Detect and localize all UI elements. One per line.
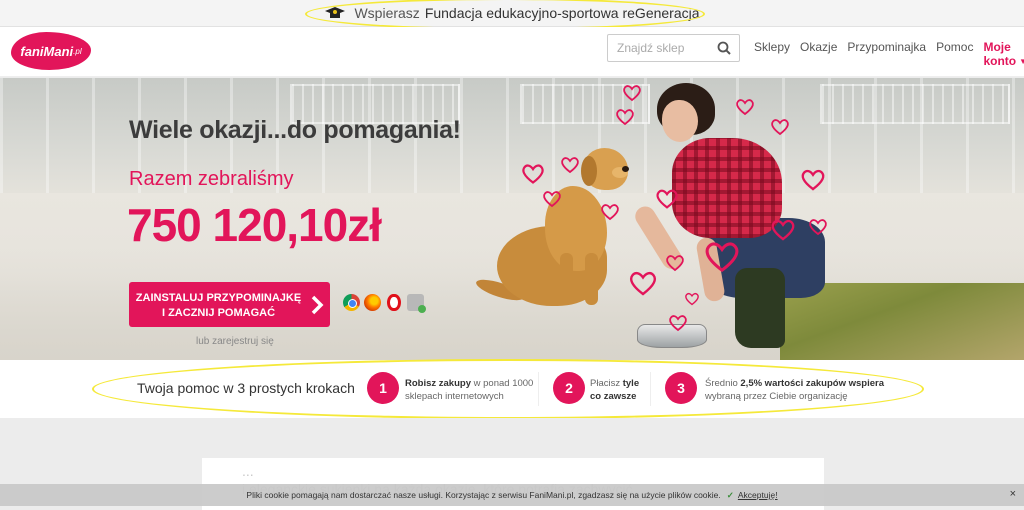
woman-boot — [735, 268, 785, 348]
hero-banner: Wiele okazji...do pomagania! Razem zebra… — [0, 78, 1024, 360]
supported-organization-link[interactable]: Fundacja edukacyjno-sportowa reGeneracja — [425, 5, 700, 21]
install-reminder-button[interactable]: ZAINSTALUJ PRZYPOMINAJKĘ I ZACZNIJ POMAG… — [129, 282, 330, 327]
raised-label: Razem zebraliśmy — [129, 168, 294, 190]
heart-icon — [623, 85, 641, 102]
search-input[interactable] — [608, 35, 708, 61]
heart-icon — [656, 189, 678, 209]
step-text-3: Średnio 2,5% wartości zakupów wspiera wy… — [705, 377, 884, 404]
support-prefix: Wspierasz — [354, 5, 420, 21]
step-number-3: 3 — [665, 372, 697, 404]
hero-title: Wiele okazji...do pomagania! — [129, 116, 461, 144]
nav-shops[interactable]: Sklepy — [754, 40, 790, 68]
logo-text: faniMani — [20, 43, 74, 59]
nav-deals[interactable]: Okazje — [800, 40, 837, 68]
header: faniMani.pl Sklepy Okazje Przypominajka … — [0, 27, 1024, 77]
heart-icon — [809, 219, 827, 236]
dog-leg — [560, 253, 573, 305]
main-nav: Sklepy Okazje Przypominajka Pomoc Moje k… — [754, 40, 1024, 68]
step-number-1: 1 — [367, 372, 399, 404]
step-divider — [650, 372, 651, 406]
step-3-bold: 2,5% wartości zakupów wspiera — [740, 378, 884, 389]
firefox-icon[interactable] — [364, 294, 381, 311]
fanimani-logo[interactable]: faniMani .pl — [11, 32, 91, 70]
step-3-pre: Średnio — [705, 378, 741, 389]
article-line-1: ... — [242, 463, 254, 479]
steps-title: Twoja pomoc w 3 prostych krokach — [137, 380, 355, 396]
heart-icon — [736, 99, 754, 116]
install-button-line1: ZAINSTALUJ PRZYPOMINAJKĘ — [135, 292, 302, 304]
step-2-line2: co zawsze — [590, 391, 637, 403]
step-3-line2: wybraną przez Ciebie organizację — [705, 391, 848, 403]
account-label: Moje konto — [983, 40, 1017, 68]
step-1-line2: sklepach internetowych — [405, 391, 504, 403]
search-icon[interactable] — [717, 41, 731, 55]
raised-amount: 750 120,10zł — [127, 199, 382, 251]
close-icon[interactable]: × — [1010, 488, 1016, 500]
dog-leg — [585, 253, 598, 305]
graduation-cap-icon — [325, 7, 346, 18]
step-number-2: 2 — [553, 372, 585, 404]
step-text-2: Płacisz tyle co zawsze — [590, 377, 639, 404]
dog-ear — [581, 156, 597, 186]
install-button-line2: I ZACZNIJ POMAGAĆ — [161, 306, 276, 319]
cookie-accept-link[interactable]: Akceptuję! — [738, 490, 778, 500]
step-divider — [538, 372, 539, 406]
background-grass — [780, 283, 1024, 360]
opera-icon[interactable] — [387, 294, 401, 311]
step-1-bold: Robisz zakupy — [405, 378, 471, 389]
browser-icons — [343, 294, 426, 313]
step-2-bold: tyle — [622, 378, 640, 389]
steps-strip: Twoja pomoc w 3 prostych krokach 1 Robis… — [0, 360, 1024, 418]
dog-nose — [622, 166, 629, 172]
background-fence — [820, 84, 1010, 124]
chevron-right-icon — [311, 295, 324, 315]
heart-icon — [771, 119, 789, 136]
heart-icon — [801, 169, 825, 191]
heart-icon — [601, 204, 619, 221]
heart-icon — [669, 315, 687, 332]
heart-icon — [705, 242, 739, 273]
heart-icon — [616, 109, 634, 126]
heart-icon — [685, 292, 699, 306]
heart-icon — [666, 255, 684, 272]
safe-browser-icon[interactable] — [407, 294, 426, 313]
heart-icon — [771, 219, 795, 241]
heart-icon — [629, 271, 657, 296]
woman-shirt — [672, 138, 782, 238]
logo-suffix: .pl — [73, 46, 82, 56]
step-text-1: Robisz zakupy w ponad 1000 sklepach inte… — [405, 377, 533, 404]
heart-icon — [522, 164, 544, 184]
woman-face — [662, 100, 698, 142]
chrome-icon[interactable] — [343, 294, 360, 311]
nav-reminder[interactable]: Przypominajka — [847, 40, 926, 68]
step-2-pre: Płacisz — [590, 378, 623, 389]
caret-down-icon: ▼ — [1019, 57, 1024, 66]
register-link[interactable]: lub zarejestruj się — [196, 336, 274, 347]
check-icon: ✓ — [726, 489, 734, 500]
support-bar: Wspierasz Fundacja edukacyjno-sportowa r… — [0, 0, 1024, 27]
cookie-bar: Pliki cookie pomagają nam dostarczać nas… — [0, 484, 1024, 506]
shop-search — [607, 34, 740, 62]
nav-help[interactable]: Pomoc — [936, 40, 973, 68]
cookie-text: Pliki cookie pomagają nam dostarczać nas… — [246, 490, 721, 500]
heart-icon — [561, 157, 579, 174]
heart-icon — [543, 191, 561, 208]
step-1-rest: w ponad 1000 — [471, 378, 534, 389]
nav-my-account[interactable]: Moje konto ▼ — [983, 40, 1024, 68]
